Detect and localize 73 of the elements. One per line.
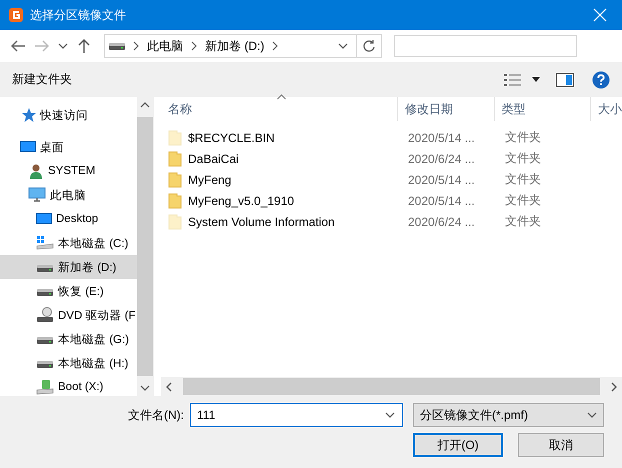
chevron-icon[interactable] — [133, 41, 139, 51]
nav-item[interactable]: 新加卷 (D:) — [0, 255, 137, 279]
cancel-button[interactable]: 取消 — [518, 433, 604, 457]
scrollbar[interactable] — [161, 377, 622, 396]
scroll-left-icon[interactable] — [166, 382, 172, 392]
nav-item[interactable]: Boot (X:) — [0, 375, 137, 396]
usb-drive-icon — [36, 379, 54, 395]
file-name-cell[interactable]: $RECYCLE.BIN — [161, 130, 401, 146]
recent-dropdown-icon[interactable] — [58, 41, 68, 51]
column-header[interactable]: 名称 — [161, 97, 398, 121]
file-name-cell[interactable]: MyFeng_v5.0_1910 — [161, 192, 401, 208]
chevron-icon[interactable] — [272, 41, 278, 51]
back-icon[interactable] — [10, 38, 26, 54]
nav-item[interactable]: 此电脑 — [0, 183, 137, 207]
chevron-icon[interactable] — [191, 41, 197, 51]
sort-caret-icon — [277, 94, 286, 100]
up-icon[interactable] — [76, 38, 92, 54]
breadcrumb[interactable]: 此电脑 — [147, 38, 183, 54]
column-header[interactable]: 大小 — [590, 97, 622, 121]
scroll-down-icon[interactable] — [140, 383, 150, 393]
filename-label: 文件名(N): — [128, 406, 185, 424]
search-field[interactable] — [394, 35, 577, 57]
address-bar[interactable]: 此电脑 新加卷 (D:) — [104, 34, 382, 58]
window-title: 选择分区镜像文件 — [30, 6, 127, 24]
column-header[interactable]: 修改日期 — [398, 97, 495, 121]
date-cell-text: 2020/6/24 ... — [407, 214, 476, 228]
nav-item[interactable]: 桌面 — [0, 135, 137, 159]
disc-drive-icon — [36, 307, 54, 323]
date-cell-text: 2020/5/14 ... — [407, 172, 476, 186]
date-cell-text: 2020/5/14 ... — [407, 194, 476, 208]
filename-field[interactable]: 111 — [190, 403, 403, 427]
caret-icon[interactable] — [532, 76, 540, 82]
file-name-cell[interactable]: MyFeng — [161, 172, 401, 188]
nav-item[interactable]: DVD 驱动器 (F — [0, 303, 137, 327]
app-icon — [8, 7, 24, 23]
monitor-icon — [36, 211, 52, 227]
help-icon[interactable] — [592, 70, 610, 88]
close-icon[interactable] — [593, 8, 607, 22]
refresh-icon[interactable] — [362, 39, 376, 53]
computer-icon — [28, 187, 46, 203]
dropdown-icon[interactable] — [385, 410, 395, 420]
user-icon — [28, 163, 44, 179]
breadcrumb[interactable]: 新加卷 (D:) — [205, 38, 264, 54]
type-cell-text: 文件夹 — [504, 213, 542, 230]
monitor-icon — [20, 139, 36, 155]
drive-icon — [109, 41, 125, 51]
type-cell-text: 文件夹 — [504, 171, 542, 188]
file-type-dropdown[interactable]: 分区镜像文件(*.pmf) — [413, 403, 604, 427]
star-icon — [20, 107, 36, 123]
nav-item[interactable]: 本地磁盘 (G:) — [0, 327, 137, 351]
nav-item[interactable]: SYSTEM — [0, 159, 137, 183]
date-cell-text: 2020/5/14 ... — [407, 130, 476, 144]
drive-icon — [36, 235, 54, 251]
new-folder-button[interactable]: 新建文件夹 — [10, 69, 74, 90]
nav-item[interactable]: Desktop — [0, 207, 137, 231]
date-cell-text: 2020/6/24 ... — [407, 152, 476, 166]
type-cell-text: 文件夹 — [504, 129, 542, 146]
scroll-up-icon[interactable] — [140, 100, 150, 110]
nav-item[interactable]: 快速访问 — [0, 103, 137, 127]
dropdown-icon[interactable] — [587, 410, 597, 420]
type-cell-text: 文件夹 — [504, 192, 542, 209]
nav-item[interactable]: 恢复 (E:) — [0, 279, 137, 303]
nav-item[interactable]: 本地磁盘 (C:) — [0, 231, 137, 255]
open-button[interactable]: 打开(O) — [413, 433, 503, 457]
type-cell-text: 文件夹 — [504, 150, 542, 167]
file-name-cell[interactable]: System Volume Information — [161, 214, 401, 230]
scroll-right-icon[interactable] — [611, 382, 617, 392]
preview-pane-icon[interactable] — [556, 72, 574, 86]
file-name-cell[interactable]: DaBaiCai — [161, 150, 401, 166]
column-header[interactable]: 类型 — [494, 97, 591, 121]
nav-item[interactable]: 本地磁盘 (H:) — [0, 351, 137, 375]
dropdown-icon[interactable] — [338, 41, 348, 51]
view-list-icon[interactable] — [504, 72, 522, 86]
